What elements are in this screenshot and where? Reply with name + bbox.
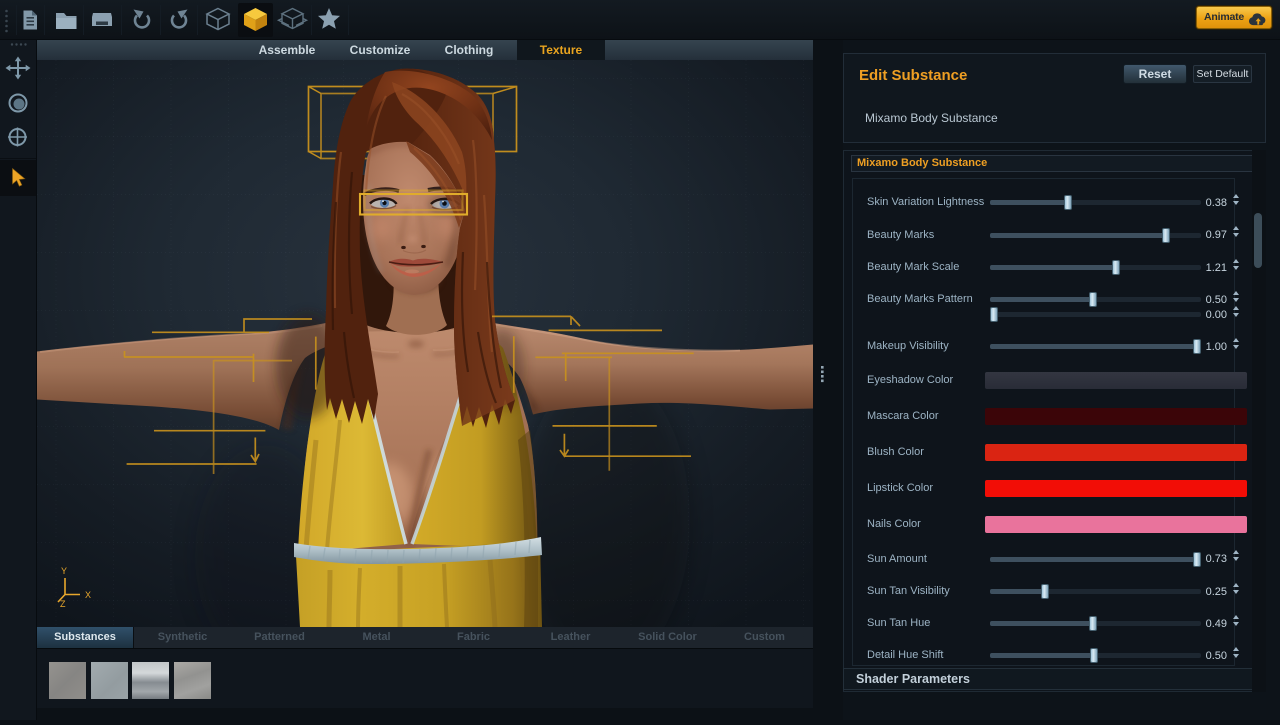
svg-text:X: X	[85, 590, 91, 600]
svg-text:Z: Z	[60, 599, 66, 609]
svg-text:Y: Y	[61, 566, 67, 576]
